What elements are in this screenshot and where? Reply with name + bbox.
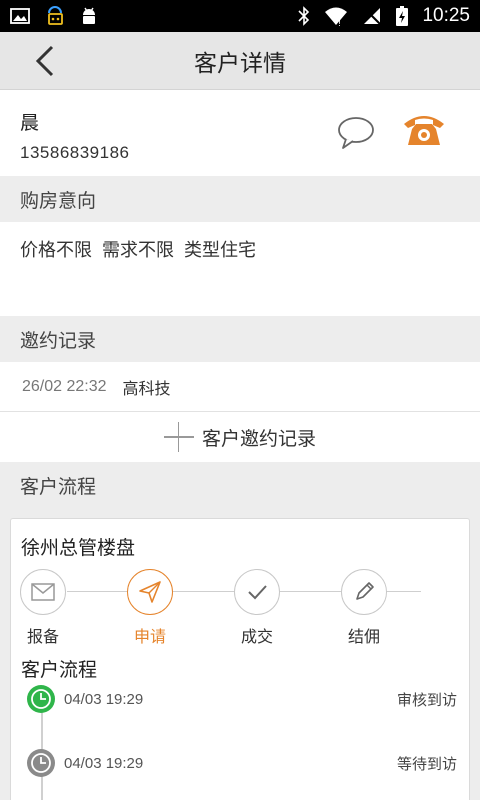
add-invite-label: 客户邀约记录 bbox=[201, 427, 316, 450]
customer-card: 晨 13586839186 bbox=[0, 90, 480, 176]
timeline-item: 04/03 19:29 审核到访 bbox=[27, 684, 457, 714]
timeline-status: 等待到访 bbox=[396, 754, 457, 773]
send-icon bbox=[139, 581, 161, 603]
step-deal-label: 成交 bbox=[240, 627, 273, 646]
phone-icon bbox=[404, 116, 444, 145]
battery-icon bbox=[396, 6, 409, 26]
step-deal-circle bbox=[234, 569, 280, 615]
step-deal[interactable]: 成交 bbox=[227, 569, 287, 647]
message-button[interactable] bbox=[336, 116, 376, 150]
envelope-icon bbox=[31, 583, 55, 601]
clock-done-icon bbox=[27, 685, 55, 713]
customer-detail-screen: ! 10:25 客户详情 晨 13586839186 购房意向 价格不限 需求不… bbox=[0, 0, 480, 800]
customer-name: 晨 bbox=[20, 112, 40, 134]
status-bar: ! 10:25 bbox=[0, 0, 480, 32]
step-apply-label: 申请 bbox=[133, 627, 166, 646]
step-apply[interactable]: 申请 bbox=[120, 569, 180, 647]
wifi-icon: ! bbox=[324, 6, 348, 26]
step-apply-circle bbox=[127, 569, 173, 615]
invite-place: 高科技 bbox=[122, 378, 171, 398]
nav-bar: 客户详情 bbox=[0, 32, 480, 90]
step-commission-label: 结佣 bbox=[347, 627, 380, 646]
flow-title: 客户流程 bbox=[21, 659, 98, 681]
step-commission[interactable]: 结佣 bbox=[334, 569, 394, 647]
project-name: 徐州总管楼盘 bbox=[21, 537, 136, 559]
intent-tag-type: 类型住宅 bbox=[184, 240, 256, 261]
step-report-circle bbox=[20, 569, 66, 615]
section-process-header: 客户流程 bbox=[0, 462, 480, 508]
clock-pending-icon bbox=[27, 749, 55, 777]
intent-tag-demand: 需求不限 bbox=[102, 240, 174, 261]
call-button[interactable] bbox=[402, 112, 446, 148]
step-report-label: 报备 bbox=[26, 627, 59, 646]
add-invite-record-button[interactable]: 客户邀约记录 bbox=[0, 412, 480, 462]
process-steps: 报备 申请 成交 结佣 bbox=[11, 569, 471, 649]
customer-phone: 13586839186 bbox=[20, 143, 130, 162]
section-intent-header: 购房意向 bbox=[0, 176, 480, 222]
svg-text:!: ! bbox=[338, 19, 341, 26]
plus-icon bbox=[163, 422, 194, 452]
intent-tags: 价格不限 需求不限 类型住宅 bbox=[0, 222, 480, 316]
step-commission-circle bbox=[341, 569, 387, 615]
timeline-time: 04/03 19:29 bbox=[64, 754, 144, 772]
check-icon bbox=[248, 585, 267, 600]
chat-bubble-icon bbox=[338, 117, 374, 149]
invite-date: 26/02 22:32 bbox=[22, 377, 107, 395]
step-report[interactable]: 报备 bbox=[13, 569, 73, 647]
chevron-left-icon bbox=[35, 45, 54, 77]
section-invite-header: 邀约记录 bbox=[0, 316, 480, 362]
status-time: 10:25 bbox=[422, 5, 470, 26]
notification-icon bbox=[44, 5, 66, 27]
back-button[interactable] bbox=[28, 44, 62, 78]
invite-record-row[interactable]: 26/02 22:32 高科技 bbox=[0, 362, 480, 412]
android-icon bbox=[80, 6, 98, 26]
process-card: 徐州总管楼盘 报备 申请 成交 结佣 客户流程 04/03 19:29 审核到访… bbox=[10, 518, 470, 800]
timeline-status: 审核到访 bbox=[396, 690, 457, 709]
image-icon bbox=[10, 7, 30, 25]
timeline-time: 04/03 19:29 bbox=[64, 690, 144, 708]
pencil-icon bbox=[356, 582, 374, 600]
page-title: 客户详情 bbox=[194, 50, 286, 77]
no-sim-icon bbox=[362, 6, 382, 26]
bluetooth-icon bbox=[298, 6, 310, 26]
intent-tag-price: 价格不限 bbox=[20, 240, 92, 261]
timeline-item: 04/03 19:29 等待到访 bbox=[27, 748, 457, 778]
